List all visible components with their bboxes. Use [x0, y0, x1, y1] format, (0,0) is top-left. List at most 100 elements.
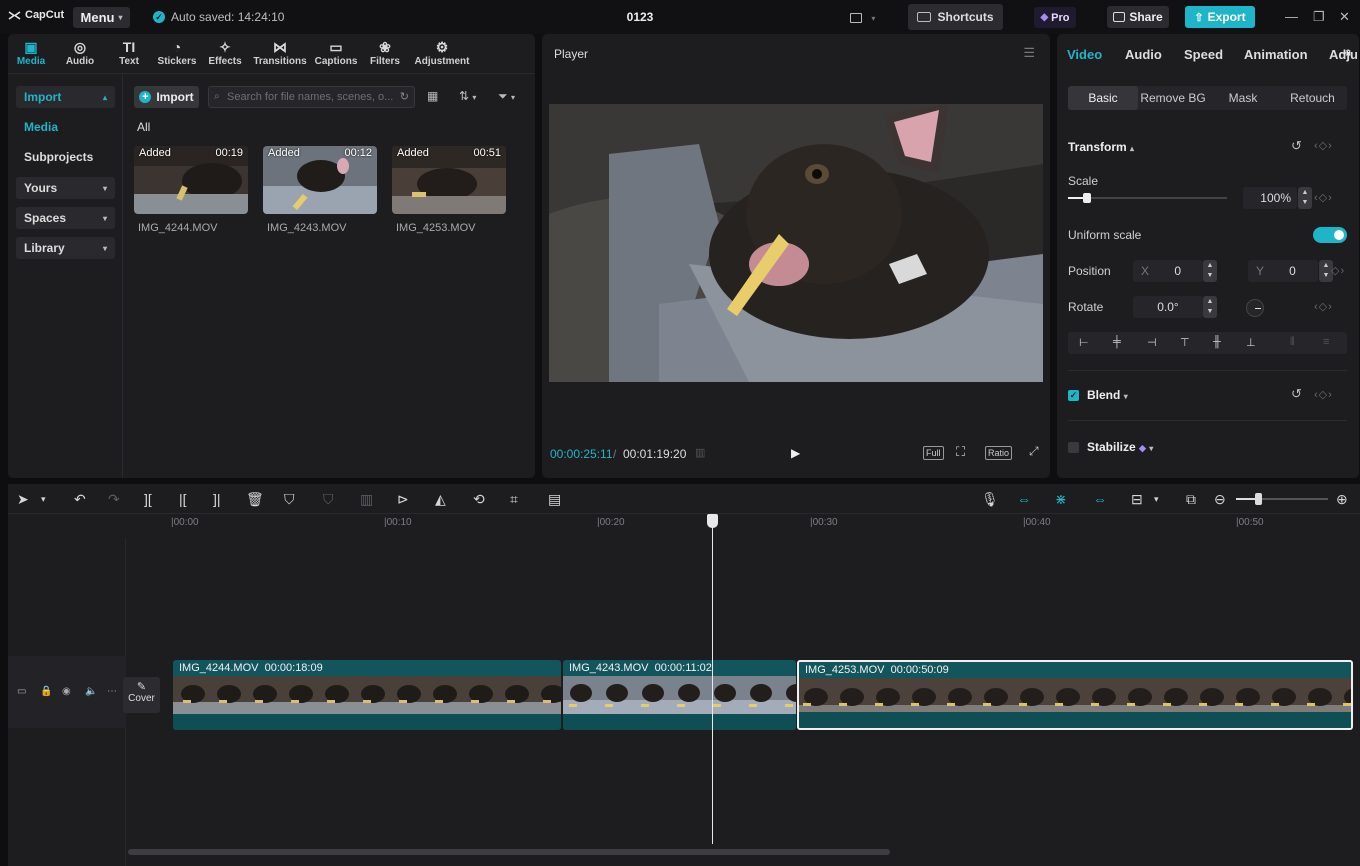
crop-icon[interactable]: ⌗	[510, 491, 518, 508]
sidebar-item-library[interactable]: Library ▾	[16, 237, 115, 259]
cover-button[interactable]: ✎ Cover	[123, 677, 160, 713]
sort-icon[interactable]: ⇅ ▾	[459, 89, 476, 103]
delete-icon[interactable]: 🗑	[246, 491, 264, 508]
subtab-retouch[interactable]: Retouch	[1278, 86, 1347, 110]
media-item[interactable]: Added 00:12	[263, 146, 377, 214]
tab-filters[interactable]: ❀ Filters	[367, 38, 403, 67]
tab-animation[interactable]: Animation	[1244, 47, 1308, 62]
lock-icon[interactable]: 🔒	[40, 686, 52, 697]
align-top-icon[interactable]: ⊤	[1180, 336, 1190, 349]
more-options-icon[interactable]: ⋯	[107, 686, 117, 697]
import-button[interactable]: + Import	[134, 86, 199, 108]
share-button[interactable]: Share	[1107, 6, 1169, 28]
zoom-fit-icon[interactable]: ⧉	[1186, 491, 1196, 508]
timeline-horizontal-scrollbar[interactable]	[128, 849, 890, 855]
reverse-play-icon[interactable]: ⊳	[397, 491, 409, 508]
track-video-icon[interactable]: ▭	[17, 686, 26, 697]
timeline-clip-selected[interactable]: IMG_4253.MOV 00:00:50:09	[797, 660, 1353, 730]
scale-slider-knob[interactable]	[1083, 193, 1092, 203]
keyframe-icon[interactable]: ‹◇›	[1314, 388, 1333, 401]
keyframe-icon[interactable]: ◇›	[1331, 264, 1345, 277]
timeline-clip[interactable]: IMG_4244.MOV 00:00:18:09	[173, 660, 561, 730]
subtab-basic[interactable]: Basic	[1068, 86, 1138, 110]
tab-captions[interactable]: ▭ Captions	[313, 38, 359, 67]
refresh-icon[interactable]: ↻	[400, 87, 409, 107]
play-icon[interactable]: ▶	[791, 446, 800, 460]
align-left-icon[interactable]: ⊢	[1079, 336, 1089, 349]
tab-effects[interactable]: ✧ Effects	[206, 38, 244, 67]
tab-audio[interactable]: ◎ Audio	[63, 38, 97, 67]
tab-transitions[interactable]: ⋈ Transitions	[252, 38, 308, 67]
timeline-ruler[interactable]: |00:00 |00:10 |00:20 |00:30 |00:40 |00:5…	[126, 514, 1360, 538]
tab-scroll-right-icon[interactable]: ⇥	[1340, 45, 1351, 61]
pro-button[interactable]: ◆ Pro	[1034, 7, 1076, 28]
scale-value-field[interactable]: 100%	[1243, 187, 1297, 209]
chevron-down-icon[interactable]: ▾	[1154, 494, 1159, 505]
layout-button[interactable]: ▾	[850, 10, 875, 24]
media-item[interactable]: Added 00:19	[134, 146, 248, 214]
zoom-slider-knob[interactable]	[1255, 493, 1262, 505]
tab-text[interactable]: TI Text	[114, 38, 144, 67]
align-right-icon[interactable]: ⊣	[1147, 336, 1157, 349]
minimize-icon[interactable]: —	[1285, 9, 1298, 24]
full-button[interactable]: Full	[923, 446, 944, 460]
position-x-stepper[interactable]: ▲ ▼	[1203, 260, 1217, 282]
position-x-field[interactable]: X 0	[1133, 260, 1203, 282]
sidebar-item-import[interactable]: Import ▴	[16, 86, 115, 108]
blend-section-title[interactable]: Blend ▾	[1087, 388, 1128, 402]
tab-audio-inspector[interactable]: Audio	[1125, 47, 1162, 62]
align-center-vertical-icon[interactable]: ╫	[1213, 336, 1221, 348]
crop-view-icon[interactable]: ⛶	[956, 444, 965, 460]
magnet-snap-icon[interactable]: ⇔	[1017, 491, 1031, 507]
split-icon[interactable]: ][	[144, 491, 152, 507]
select-cursor-icon[interactable]: ➤	[17, 491, 29, 508]
uniform-scale-toggle[interactable]	[1313, 227, 1347, 243]
tab-video[interactable]: Video	[1067, 47, 1102, 62]
subtab-remove-bg[interactable]: Remove BG	[1138, 86, 1208, 110]
stabilize-checkbox[interactable]	[1068, 442, 1079, 453]
ratio-button[interactable]: Ratio	[985, 446, 1013, 460]
export-button[interactable]: ⇧ Export	[1185, 6, 1255, 28]
shortcuts-button[interactable]: Shortcuts	[908, 4, 1003, 30]
link-clips-icon[interactable]: ⋇	[1055, 491, 1067, 508]
subtab-mask[interactable]: Mask	[1208, 86, 1278, 110]
sidebar-item-spaces[interactable]: Spaces ▾	[16, 207, 115, 229]
rotate-dial[interactable]	[1246, 299, 1264, 317]
zoom-in-icon[interactable]: ⊕	[1336, 491, 1348, 508]
timeline-clip[interactable]: IMG_4243.MOV 00:00:11:02	[563, 660, 796, 730]
eye-icon[interactable]: ◉	[62, 686, 71, 697]
chevron-down-icon[interactable]: ▾	[41, 494, 46, 505]
playhead-handle[interactable]	[707, 514, 718, 528]
preview-axis-icon[interactable]: ⇔	[1093, 491, 1107, 507]
position-y-field[interactable]: Y 0	[1248, 260, 1318, 282]
restore-icon[interactable]: ❐	[1313, 9, 1325, 25]
undo-icon[interactable]: ↶	[74, 491, 86, 508]
sidebar-item-media[interactable]: Media	[16, 116, 115, 138]
zoom-slider[interactable]	[1236, 493, 1328, 505]
blend-checkbox[interactable]: ✓	[1068, 390, 1079, 401]
zoom-out-icon[interactable]: ⊖	[1214, 491, 1226, 508]
flip-icon[interactable]: ◭	[435, 491, 446, 508]
video-preview[interactable]	[549, 104, 1043, 382]
reset-icon[interactable]: ↺	[1291, 386, 1302, 402]
transform-section-title[interactable]: Transform ▴	[1068, 140, 1134, 154]
rotate-clip-icon[interactable]: ⟲	[473, 491, 485, 508]
media-search-input[interactable]: ⌕ Search for file names, scenes, o... ↻	[208, 86, 415, 108]
align-center-horizontal-icon[interactable]: ╪	[1113, 336, 1121, 348]
scale-stepper[interactable]: ▲ ▼	[1298, 187, 1312, 209]
playhead[interactable]	[712, 514, 713, 844]
scale-slider[interactable]	[1068, 193, 1227, 203]
hamburger-menu-icon[interactable]: ☰	[1023, 45, 1035, 61]
marker-icon[interactable]: ⛉	[284, 491, 295, 508]
reset-icon[interactable]: ↺	[1291, 138, 1302, 154]
rotate-stepper[interactable]: ▲ ▼	[1203, 296, 1217, 318]
grid-view-icon[interactable]: ▦	[427, 89, 438, 103]
speaker-icon[interactable]: 🔈	[85, 686, 97, 697]
sidebar-item-subprojects[interactable]: Subprojects	[16, 146, 115, 168]
tab-media[interactable]: ▣ Media	[14, 38, 48, 67]
filter-icon[interactable]: ⏷ ▾	[498, 89, 515, 104]
split-left-icon[interactable]: |[	[179, 491, 187, 507]
media-item[interactable]: Added 00:51	[392, 146, 506, 214]
keyframe-icon[interactable]: ‹◇›	[1314, 300, 1333, 313]
rotate-value-field[interactable]: 0.0°	[1133, 296, 1203, 318]
